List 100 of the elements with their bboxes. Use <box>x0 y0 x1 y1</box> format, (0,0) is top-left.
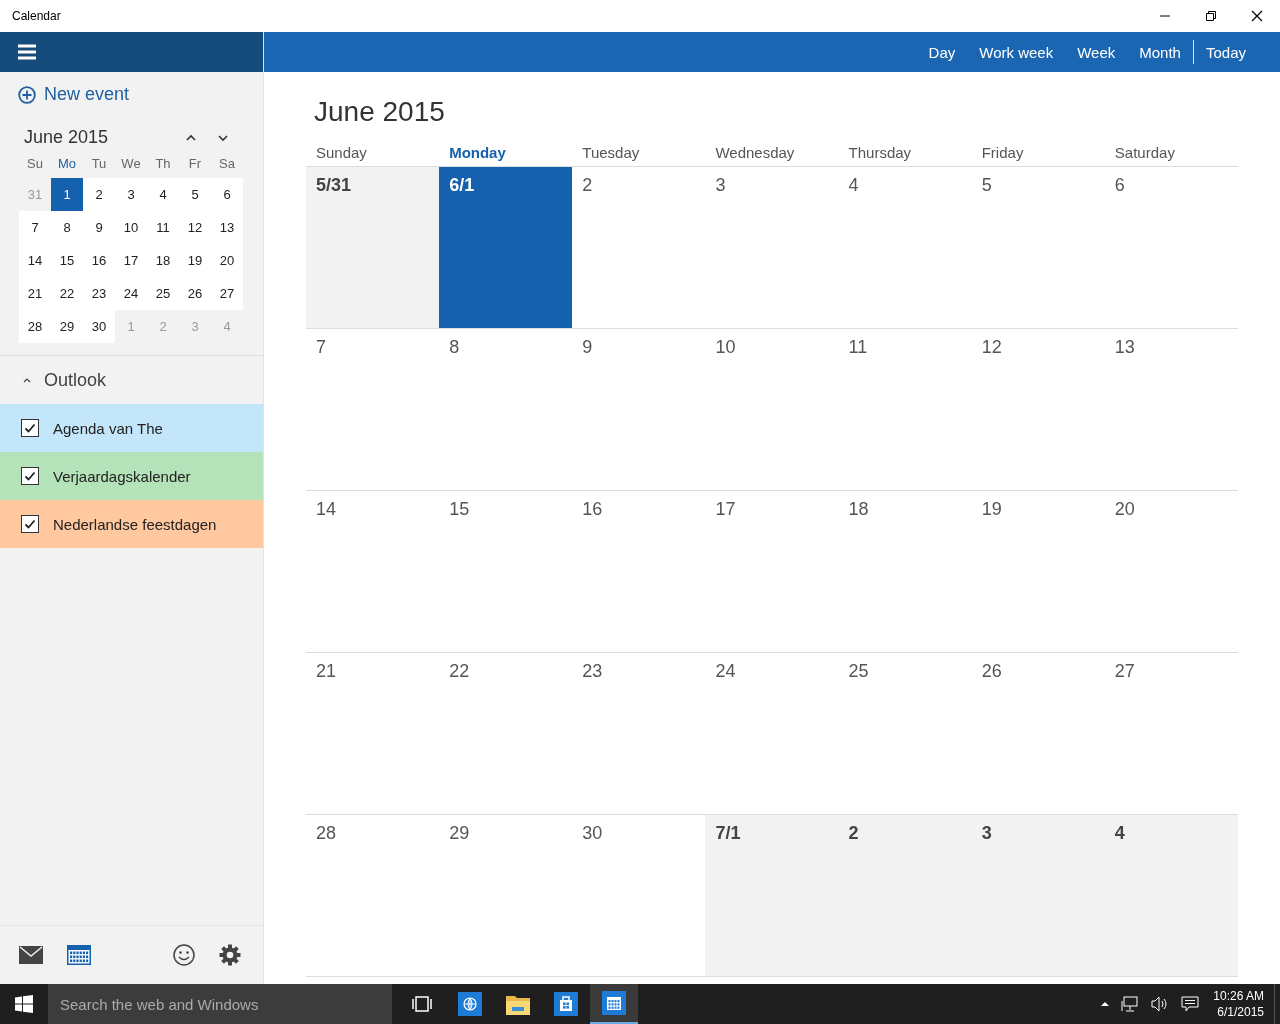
mini-calendar-day[interactable]: 1 <box>51 178 83 211</box>
day-number: 26 <box>981 661 1002 681</box>
checkbox[interactable] <box>21 467 39 485</box>
mini-calendar-day[interactable]: 28 <box>19 310 51 343</box>
mini-calendar-day[interactable]: 21 <box>19 277 51 310</box>
mini-calendar-month: June 2015 <box>24 127 110 148</box>
caret-icon <box>22 377 32 383</box>
day-number: 19 <box>981 499 1002 519</box>
menu-icon <box>18 44 36 60</box>
mini-calendar-day[interactable]: 27 <box>211 277 243 310</box>
mini-calendar-day[interactable]: 18 <box>147 244 179 277</box>
mini-calendar-day[interactable]: 26 <box>179 277 211 310</box>
day-number: 11 <box>848 337 868 357</box>
mini-calendar-day[interactable]: 23 <box>83 277 115 310</box>
weekday-label: We <box>120 154 142 173</box>
weekday-header: Thursday <box>847 143 913 161</box>
day-number: 4 <box>848 175 859 195</box>
new-event-button[interactable]: New event <box>18 84 130 105</box>
close-icon <box>1251 10 1263 22</box>
month-title: June 2015 <box>314 96 446 129</box>
day-number: 15 <box>449 499 470 519</box>
window-title: Calendar <box>11 9 62 23</box>
mini-calendar-day[interactable]: 6 <box>211 178 243 211</box>
search-input[interactable]: Search the web and Windows <box>48 994 382 1014</box>
account-header[interactable]: Outlook <box>0 356 263 404</box>
weekday-header: Sunday <box>315 143 368 161</box>
today-button[interactable]: Today <box>1193 32 1258 72</box>
view-tab[interactable]: Work week <box>967 32 1066 72</box>
calendar-app-icon[interactable] <box>590 984 638 1024</box>
day-number: 27 <box>1114 661 1135 681</box>
day-cell[interactable]: 5/31 <box>306 167 440 329</box>
mail-icon[interactable] <box>19 946 43 964</box>
day-cell[interactable]: 2 <box>838 815 972 977</box>
mini-calendar-day[interactable]: 8 <box>51 211 83 244</box>
day-number: 5 <box>981 175 992 195</box>
checkbox[interactable] <box>21 515 39 533</box>
view-tab[interactable]: Day <box>916 32 968 72</box>
mini-calendar-day[interactable]: 9 <box>83 211 115 244</box>
search-field[interactable]: Search the web and Windows <box>48 984 392 1024</box>
checkbox[interactable] <box>21 419 39 437</box>
day-number: 7/1 <box>715 823 741 843</box>
menu-button[interactable] <box>18 44 36 60</box>
day-number: 6/1 <box>449 175 475 195</box>
mini-calendar-day[interactable]: 10 <box>115 211 147 244</box>
mini-calendar-day[interactable]: 13 <box>211 211 243 244</box>
mini-calendar-day[interactable]: 2 <box>83 178 115 211</box>
day-number: 9 <box>582 337 593 357</box>
day-cell[interactable]: 6/1 <box>439 167 573 329</box>
day-number: 2 <box>848 823 859 843</box>
mini-calendar-day[interactable]: 12 <box>179 211 211 244</box>
mini-calendar-day[interactable]: 14 <box>19 244 51 277</box>
day-cell[interactable]: 3 <box>971 815 1105 977</box>
mini-calendar-day[interactable]: 30 <box>83 310 115 343</box>
plus-circle-icon <box>18 85 36 104</box>
day-number: 23 <box>582 661 603 681</box>
day-number: 8 <box>449 337 460 357</box>
mini-calendar-day[interactable]: 4 <box>147 178 179 211</box>
day-number: 17 <box>715 499 736 519</box>
view-tab[interactable]: Week <box>1065 32 1128 72</box>
chevron-down-icon <box>217 133 229 142</box>
weekday-header: Monday <box>448 143 507 161</box>
mini-calendar-day[interactable]: 25 <box>147 277 179 310</box>
day-number: 6 <box>1114 175 1125 195</box>
mini-calendar-day[interactable]: 19 <box>179 244 211 277</box>
day-number: 25 <box>848 661 869 681</box>
day-number: 24 <box>715 661 736 681</box>
day-number: 14 <box>316 499 337 519</box>
day-number: 4 <box>1114 823 1125 843</box>
day-number: 20 <box>1114 499 1135 519</box>
mini-calendar-day[interactable]: 17 <box>115 244 147 277</box>
mini-calendar-day[interactable]: 16 <box>83 244 115 277</box>
weekday-label: Su <box>26 154 44 173</box>
check-icon <box>24 422 36 434</box>
mini-calendar-day[interactable]: 29 <box>51 310 83 343</box>
day-cell[interactable]: 4 <box>1104 815 1238 977</box>
calendar-row[interactable]: Nederlandse feestdagen <box>0 500 263 548</box>
day-number: 21 <box>316 661 337 681</box>
mini-calendar-day[interactable]: 20 <box>211 244 243 277</box>
calendar-row[interactable]: Verjaardagskalender <box>0 452 263 500</box>
calendar-icon[interactable] <box>67 945 91 965</box>
calendar-row[interactable]: Agenda van The <box>0 404 263 452</box>
view-tab[interactable]: Month <box>1127 32 1193 72</box>
mini-calendar-day[interactable]: 7 <box>19 211 51 244</box>
day-number: 29 <box>449 823 470 843</box>
mini-calendar-day[interactable]: 5 <box>179 178 211 211</box>
clock-time[interactable]: 10:26 AM <box>1213 988 1264 1004</box>
mini-calendar-day[interactable]: 22 <box>51 277 83 310</box>
smiley-icon[interactable] <box>173 944 195 966</box>
settings-icon[interactable] <box>219 944 241 966</box>
day-number: 12 <box>981 337 1002 357</box>
mini-calendar-day[interactable]: 15 <box>51 244 83 277</box>
mini-calendar-day[interactable]: 3 <box>115 178 147 211</box>
clock-date[interactable]: 6/1/2015 <box>1217 1004 1264 1020</box>
day-number: 28 <box>316 823 337 843</box>
mini-calendar-day[interactable]: 11 <box>147 211 179 244</box>
mini-calendar-day[interactable]: 24 <box>115 277 147 310</box>
weekday-header: Wednesday <box>714 143 796 161</box>
weekday-header: Tuesday <box>581 143 641 161</box>
day-cell[interactable]: 7/1 <box>705 815 839 977</box>
weekday-label: Th <box>154 154 172 173</box>
